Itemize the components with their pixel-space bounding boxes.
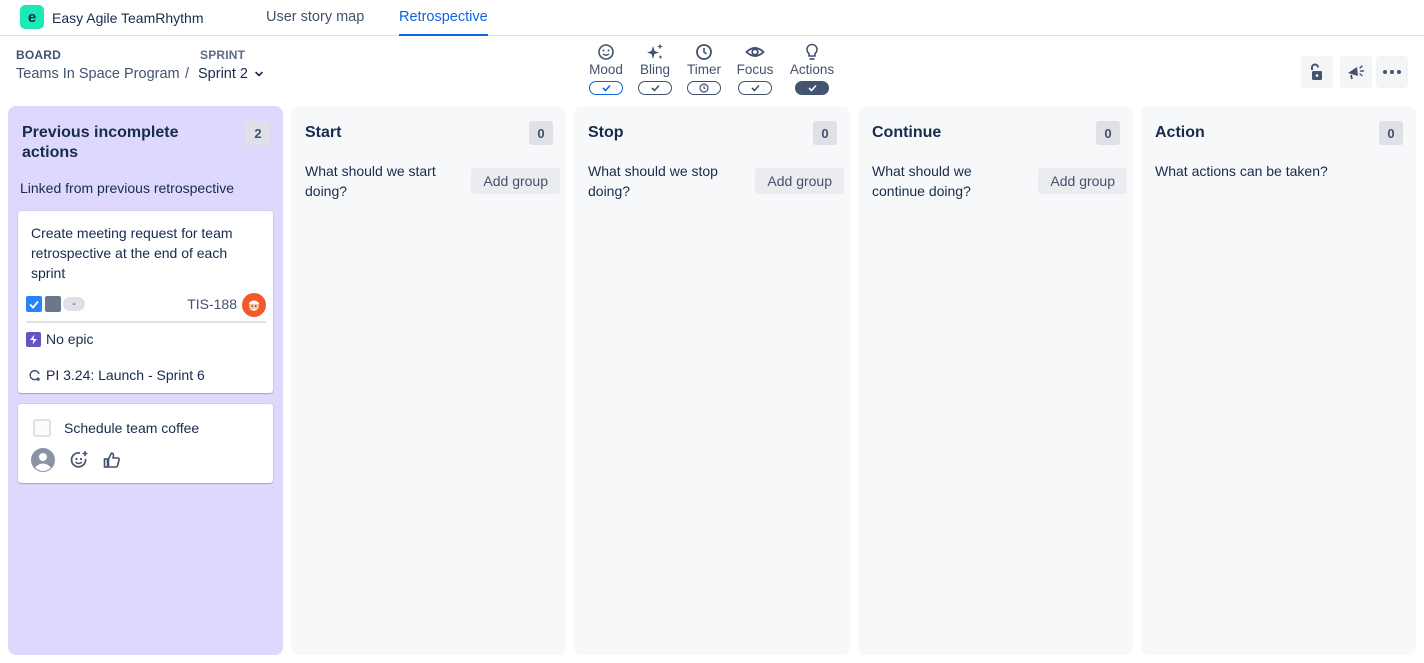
column-title: Start bbox=[305, 124, 342, 141]
actions-toggle[interactable] bbox=[795, 81, 829, 95]
tool-timer[interactable]: Timer bbox=[679, 42, 729, 95]
estimate-badge: - bbox=[63, 297, 85, 311]
megaphone-icon bbox=[1348, 65, 1365, 80]
sprint-field[interactable]: PI 3.24: Launch - Sprint 6 bbox=[28, 367, 205, 383]
column-start: Start 0 What should we start doing? Add … bbox=[291, 106, 566, 655]
sprint-cycle-icon bbox=[29, 369, 40, 381]
add-group-button[interactable]: Add group bbox=[471, 168, 560, 194]
thumbs-up-icon[interactable] bbox=[103, 451, 121, 469]
tab-retrospective[interactable]: Retrospective bbox=[399, 9, 488, 36]
add-group-button[interactable]: Add group bbox=[1038, 168, 1127, 194]
column-title: Action bbox=[1155, 124, 1205, 141]
user-avatar-icon[interactable] bbox=[31, 448, 55, 472]
tool-label: Mood bbox=[589, 62, 623, 77]
column-title: Continue bbox=[872, 124, 942, 141]
focus-toggle[interactable] bbox=[738, 81, 772, 95]
breadcrumb-separator: / bbox=[185, 66, 190, 82]
sprint-label: PI 3.24: Launch - Sprint 6 bbox=[46, 367, 205, 383]
add-group-button[interactable]: Add group bbox=[755, 168, 844, 194]
clock-icon bbox=[696, 44, 712, 60]
mood-toggle[interactable] bbox=[589, 81, 623, 95]
issue-card[interactable]: Create meeting request for team retrospe… bbox=[18, 211, 273, 393]
sprint-dropdown[interactable]: Sprint 2 bbox=[198, 66, 264, 82]
column-count: 0 bbox=[1096, 121, 1120, 145]
app-title[interactable]: Easy Agile TeamRhythm bbox=[52, 10, 203, 26]
tool-label: Bling bbox=[639, 62, 671, 77]
app-logo[interactable]: e bbox=[20, 5, 44, 29]
check-icon bbox=[807, 84, 817, 92]
card-meta: - TIS-188 bbox=[26, 293, 266, 317]
assignee-avatar[interactable] bbox=[242, 293, 266, 317]
card-title: Create meeting request for team retrospe… bbox=[31, 225, 233, 281]
announce-button[interactable] bbox=[1340, 56, 1372, 88]
column-count: 2 bbox=[246, 121, 270, 145]
tool-mood[interactable]: Mood bbox=[581, 42, 631, 95]
column-title: Previous incomplete actions bbox=[22, 124, 179, 161]
tool-bling[interactable]: Bling bbox=[630, 42, 680, 95]
more-button[interactable] bbox=[1376, 56, 1408, 88]
action-title: Schedule team coffee bbox=[64, 420, 200, 436]
column-description: What should we stop doing? bbox=[588, 163, 718, 199]
column-stop: Stop 0 What should we stop doing? Add gr… bbox=[574, 106, 850, 655]
column-description: Linked from previous retrospective bbox=[20, 180, 234, 196]
unlock-icon bbox=[1311, 63, 1322, 80]
column-action: Action 0 What actions can be taken? bbox=[1141, 106, 1416, 655]
column-count: 0 bbox=[529, 121, 553, 145]
tool-label: Actions bbox=[789, 62, 835, 77]
column-count: 0 bbox=[813, 121, 837, 145]
column-title: Stop bbox=[588, 124, 624, 141]
eye-icon bbox=[745, 47, 765, 57]
sparkles-icon bbox=[647, 43, 663, 59]
action-card[interactable]: Schedule team coffee bbox=[18, 404, 273, 483]
board-label: BOARD bbox=[16, 48, 61, 62]
action-checkbox[interactable] bbox=[33, 419, 51, 437]
more-icon bbox=[1383, 70, 1401, 74]
column-description: What actions can be taken? bbox=[1155, 163, 1328, 179]
tool-label: Focus bbox=[736, 62, 774, 77]
check-icon bbox=[601, 84, 611, 92]
sprint-value: Sprint 2 bbox=[198, 66, 248, 82]
timer-toggle[interactable] bbox=[687, 81, 721, 95]
tool-focus[interactable]: Focus bbox=[730, 42, 780, 95]
column-previous-incomplete-actions: Previous incomplete actions 2 Linked fro… bbox=[8, 106, 283, 655]
action-card-actions bbox=[31, 448, 121, 472]
board-name-link[interactable]: Teams In Space Program bbox=[16, 66, 180, 82]
bling-toggle[interactable] bbox=[638, 81, 672, 95]
chevron-down-icon bbox=[255, 71, 263, 77]
status-icon bbox=[45, 296, 61, 312]
card-divider bbox=[26, 321, 266, 323]
smiley-icon bbox=[598, 44, 614, 60]
check-icon bbox=[650, 84, 660, 92]
lightning-icon bbox=[26, 331, 41, 347]
epic-field[interactable]: No epic bbox=[26, 331, 93, 347]
clock-icon bbox=[699, 83, 709, 93]
check-icon bbox=[750, 84, 760, 92]
add-reaction-icon[interactable] bbox=[69, 450, 89, 470]
tool-label: Timer bbox=[687, 62, 721, 77]
task-type-icon bbox=[26, 296, 42, 312]
sprint-label: SPRINT bbox=[200, 48, 246, 62]
epic-label: No epic bbox=[46, 331, 94, 347]
column-description: What should we start doing? bbox=[305, 163, 436, 199]
tool-actions[interactable]: Actions bbox=[787, 42, 837, 95]
top-navigation: e Easy Agile TeamRhythm User story map R… bbox=[0, 0, 1424, 36]
column-description: What should we continue doing? bbox=[872, 163, 972, 199]
issue-key[interactable]: TIS-188 bbox=[187, 296, 237, 312]
lightbulb-icon bbox=[806, 43, 818, 60]
unlock-button[interactable] bbox=[1301, 56, 1333, 88]
column-count: 0 bbox=[1379, 121, 1403, 145]
column-continue: Continue 0 What should we continue doing… bbox=[858, 106, 1133, 655]
tab-user-story-map[interactable]: User story map bbox=[266, 9, 364, 36]
